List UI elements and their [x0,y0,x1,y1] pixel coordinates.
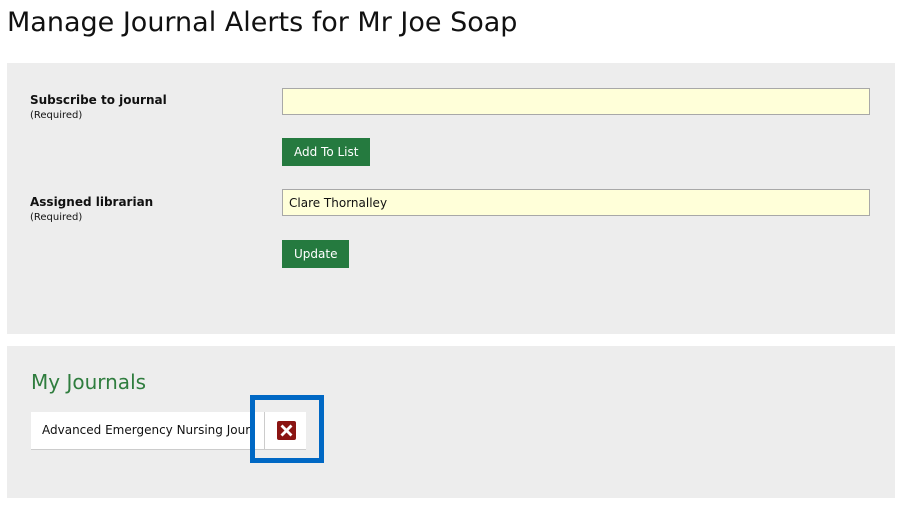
librarian-label: Assigned librarian [30,195,154,209]
assigned-librarian-input[interactable] [282,189,870,216]
librarian-required-note: (Required) [30,212,83,223]
subscribe-journal-input[interactable] [282,88,870,115]
journal-name: Advanced Emergency Nursing Journal [42,423,250,437]
subscribe-required-note: (Required) [30,110,83,121]
add-to-list-button[interactable]: Add To List [282,138,371,166]
close-x-icon [280,424,293,437]
page-title: Manage Journal Alerts for Mr Joe Soap [7,7,518,38]
remove-cell [264,412,306,449]
update-button[interactable]: Update [282,240,350,268]
alert-settings-form: Subscribe to journal (Required) Add To L… [7,63,895,334]
subscribe-label: Subscribe to journal [30,93,167,107]
remove-journal-button[interactable] [277,421,296,440]
my-journals-heading: My Journals [31,370,147,394]
journal-list-item: Advanced Emergency Nursing Journal [31,412,306,450]
my-journals-panel: My Journals Advanced Emergency Nursing J… [7,346,895,498]
